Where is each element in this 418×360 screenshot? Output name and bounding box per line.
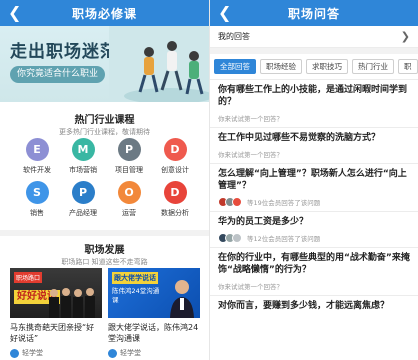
- category-tabs: 全部回答 职场经验 求职技巧 热门行业 职: [210, 54, 418, 80]
- question-title: 怎么理解“向上管理”？职场新人怎么进行“向上管理”？: [218, 169, 407, 191]
- publisher-avatar: [108, 348, 117, 358]
- thumb-tag: 职场路口: [14, 272, 43, 283]
- course-operations[interactable]: O 运营: [106, 181, 152, 218]
- answer-count: 等12位会员回答了该问题: [247, 235, 321, 243]
- course-icon: P: [117, 138, 141, 161]
- course-label: 运营: [122, 209, 136, 217]
- answer-prompt[interactable]: 你来试试第一个回答？: [218, 281, 410, 291]
- thumb-text: 陈伟鸿24堂沟通课: [112, 287, 160, 304]
- question-title: 在工作中见过哪些不易觉察的洗脑方式？: [218, 133, 381, 143]
- page-title: 职场问答: [287, 6, 340, 21]
- answer-meta: 等19位会员回答了该问题: [218, 197, 410, 207]
- course-icon: E: [25, 138, 49, 161]
- course-icon: S: [25, 181, 49, 204]
- course-icon: M: [71, 138, 95, 161]
- course-icon: D: [163, 138, 187, 161]
- course-label: 创意设计: [161, 166, 189, 174]
- banner-subtitle: 你究竟适合什么职业: [10, 66, 106, 83]
- course-creative-design[interactable]: D 创意设计: [152, 138, 198, 175]
- tab-job-tips[interactable]: 求职技巧: [306, 59, 348, 74]
- avatar: [232, 197, 242, 207]
- course-thumbnail: 职场路口 好好说话: [10, 268, 102, 318]
- section-title: 职场发展: [84, 245, 125, 256]
- career-header: 职场发展 职场路口 知道这些不走弯路: [0, 241, 209, 267]
- question-item[interactable]: 怎么理解“向上管理”？职场新人怎么进行“向上管理”？ 等19位会员回答了该问题: [210, 164, 418, 212]
- question-title: 在你的行业中，有哪些典型的用“战术勤奋”来掩饰“战略懒惰”的行为？: [218, 253, 410, 275]
- question-item[interactable]: 华为的员工资是多少？ 等12位会员回答了该问题: [210, 212, 418, 248]
- banner-title: 走出职场迷茫: [10, 42, 118, 62]
- tab-more[interactable]: 职: [398, 59, 418, 74]
- card-meta: 轻学堂: [108, 348, 200, 358]
- answerer-avatars: [218, 233, 242, 243]
- tab-hot-industry[interactable]: 热门行业: [352, 59, 394, 74]
- my-answers-row[interactable]: 我的回答 ❯: [210, 26, 418, 48]
- course-icon: O: [117, 181, 141, 204]
- course-card[interactable]: 职场路口 好好说话 马东携奇葩天团亲授“好好说话” 轻学堂: [10, 268, 102, 358]
- question-title: 你有哪些工作上的小技能，是通过闲暇时间学到的？: [218, 85, 408, 107]
- answer-count: 等19位会员回答了该问题: [247, 199, 321, 207]
- question-title: 对你而言，要赚到多少钱，才能远离焦虑？: [218, 301, 390, 311]
- hot-courses-header: 热门行业课程 更多热门行业课程，敬请期待: [0, 111, 209, 137]
- course-label: 销售: [30, 209, 44, 217]
- left-navbar: ❮ 职场必修课: [0, 0, 209, 26]
- tab-all-answers[interactable]: 全部回答: [214, 59, 256, 74]
- publisher-name: 轻学堂: [22, 349, 43, 357]
- answerer-avatars: [218, 197, 242, 207]
- chevron-right-icon: ❯: [400, 30, 410, 43]
- course-icon: D: [163, 181, 187, 204]
- card-title: 马东携奇葩天团亲授“好好说话”: [10, 323, 95, 343]
- answer-prompt[interactable]: 你来试试第一个回答？: [218, 113, 410, 123]
- answer-prompt[interactable]: 你来试试第一个回答？: [218, 149, 410, 159]
- right-navbar: ❮ 职场问答: [210, 0, 418, 26]
- banner-illustration: [109, 26, 209, 102]
- person-illustration: [170, 280, 194, 318]
- course-card[interactable]: 跟大佬学说话 陈伟鸿24堂沟通课 跟大佬学说话，陈伟鸿24堂沟通课 轻学堂: [108, 268, 200, 358]
- page-title: 职场必修课: [71, 6, 137, 21]
- question-item[interactable]: 在你的行业中，有哪些典型的用“战术勤奋”来掩饰“战略懒惰”的行为？ 你来试试第一…: [210, 248, 418, 296]
- chevron-left-icon[interactable]: ❮: [218, 2, 231, 24]
- course-label: 项目管理: [115, 166, 143, 174]
- question-item[interactable]: 在工作中见过哪些不易觉察的洗脑方式？ 你来试试第一个回答？: [210, 128, 418, 164]
- question-title: 华为的员工资是多少？: [218, 217, 309, 227]
- chevron-left-icon[interactable]: ❮: [8, 2, 21, 24]
- promo-banner[interactable]: 走出职场迷茫 你究竟适合什么职业: [0, 26, 209, 102]
- people-illustration: [49, 288, 95, 318]
- question-item[interactable]: 对你而言，要赚到多少钱，才能远离焦虑？: [210, 296, 418, 316]
- section-subtitle: 职场路口 知道这些不走弯路: [61, 258, 148, 266]
- section-divider: [0, 230, 209, 236]
- section-subtitle: 更多热门行业课程，敬请期待: [59, 128, 150, 136]
- tab-work-experience[interactable]: 职场经验: [260, 59, 302, 74]
- question-item[interactable]: 你有哪些工作上的小技能，是通过闲暇时间学到的？ 你来试试第一个回答？: [210, 80, 418, 128]
- course-project-mgmt[interactable]: P 项目管理: [106, 138, 152, 175]
- course-icon: P: [71, 181, 95, 204]
- course-grid: E 软件开发 M 市场营销 P 项目管理 D 创意设计 S 销售 P 产品经理 …: [14, 138, 198, 218]
- course-label: 产品经理: [69, 209, 97, 217]
- avatar: [232, 233, 242, 243]
- course-product-manager[interactable]: P 产品经理: [60, 181, 106, 218]
- section-title: 热门行业课程: [74, 115, 135, 126]
- course-thumbnail: 跟大佬学说话 陈伟鸿24堂沟通课: [108, 268, 200, 318]
- publisher-name: 轻学堂: [120, 349, 141, 357]
- card-title: 跟大佬学说话，陈伟鸿24堂沟通课: [108, 323, 199, 343]
- publisher-avatar: [10, 348, 19, 358]
- course-label: 软件开发: [23, 166, 51, 174]
- course-label: 数据分析: [161, 209, 189, 217]
- course-data-analysis[interactable]: D 数据分析: [152, 181, 198, 218]
- course-panel: ❮ 职场必修课 走出职场迷茫 你究竟适合什么职业 热门行业课程 更多热门行业课程…: [0, 0, 209, 360]
- thumb-tag: 跟大佬学说话: [112, 272, 158, 284]
- my-answers-label: 我的回答: [218, 32, 250, 41]
- course-marketing[interactable]: M 市场营销: [60, 138, 106, 175]
- course-label: 市场营销: [69, 166, 97, 174]
- course-software-dev[interactable]: E 软件开发: [14, 138, 60, 175]
- course-sales[interactable]: S 销售: [14, 181, 60, 218]
- qa-panel: ❮ 职场问答 我的回答 ❯ 全部回答 职场经验 求职技巧 热门行业 职 你有哪些…: [209, 0, 418, 360]
- card-meta: 轻学堂: [10, 348, 102, 358]
- answer-meta: 等12位会员回答了该问题: [218, 233, 410, 243]
